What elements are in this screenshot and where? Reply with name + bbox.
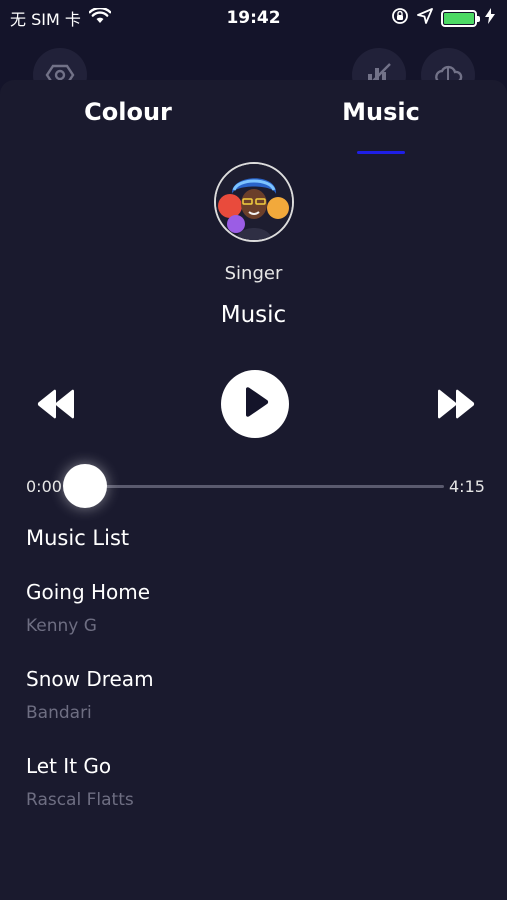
battery-fill [444,12,474,24]
play-icon [241,387,269,421]
previous-button[interactable] [34,386,78,426]
next-button[interactable] [434,386,478,426]
music-sheet: Colour Music Singer Music 0:00 4:15 Musi… [0,80,507,900]
singer-label: Singer [224,263,283,284]
tab-music[interactable]: Music [281,98,481,126]
wifi-icon [88,6,112,28]
song-item-title: Let It Go [26,754,112,778]
location-arrow-icon [417,8,433,28]
progress-thumb[interactable] [63,464,107,508]
song-title: Music [220,302,287,328]
carrier-label: 无 SIM 卡 [10,10,81,29]
song-item-title: Going Home [26,580,151,604]
song-item-title: Snow Dream [26,667,154,691]
progress-track[interactable] [66,485,444,488]
music-list-heading: Music List [26,526,130,550]
current-time: 0:00 [26,477,62,496]
song-item-artist: Kenny G [26,616,97,636]
status-right [391,7,495,29]
rewind-icon [36,388,76,424]
song-item-artist: Rascal Flatts [26,790,134,810]
list-item[interactable]: Going Home Kenny G [26,580,481,650]
tab-selected-indicator [357,151,405,154]
tab-colour[interactable]: Colour [28,98,228,126]
list-item[interactable]: Let It Go Rascal Flatts [26,754,481,824]
orientation-lock-icon [391,7,409,29]
charging-bolt-icon [485,8,495,28]
tab-bar: Colour Music [0,80,507,160]
list-item[interactable]: Snow Dream Bandari [26,667,481,737]
status-bar: 无 SIM 卡 19:42 [0,0,507,36]
battery-icon [441,9,480,27]
fast-forward-icon [436,388,476,424]
status-left: 无 SIM 卡 [10,6,112,30]
artist-avatar [214,162,294,242]
total-time: 4:15 [449,477,485,496]
song-item-artist: Bandari [26,703,92,723]
play-button[interactable] [221,370,289,438]
